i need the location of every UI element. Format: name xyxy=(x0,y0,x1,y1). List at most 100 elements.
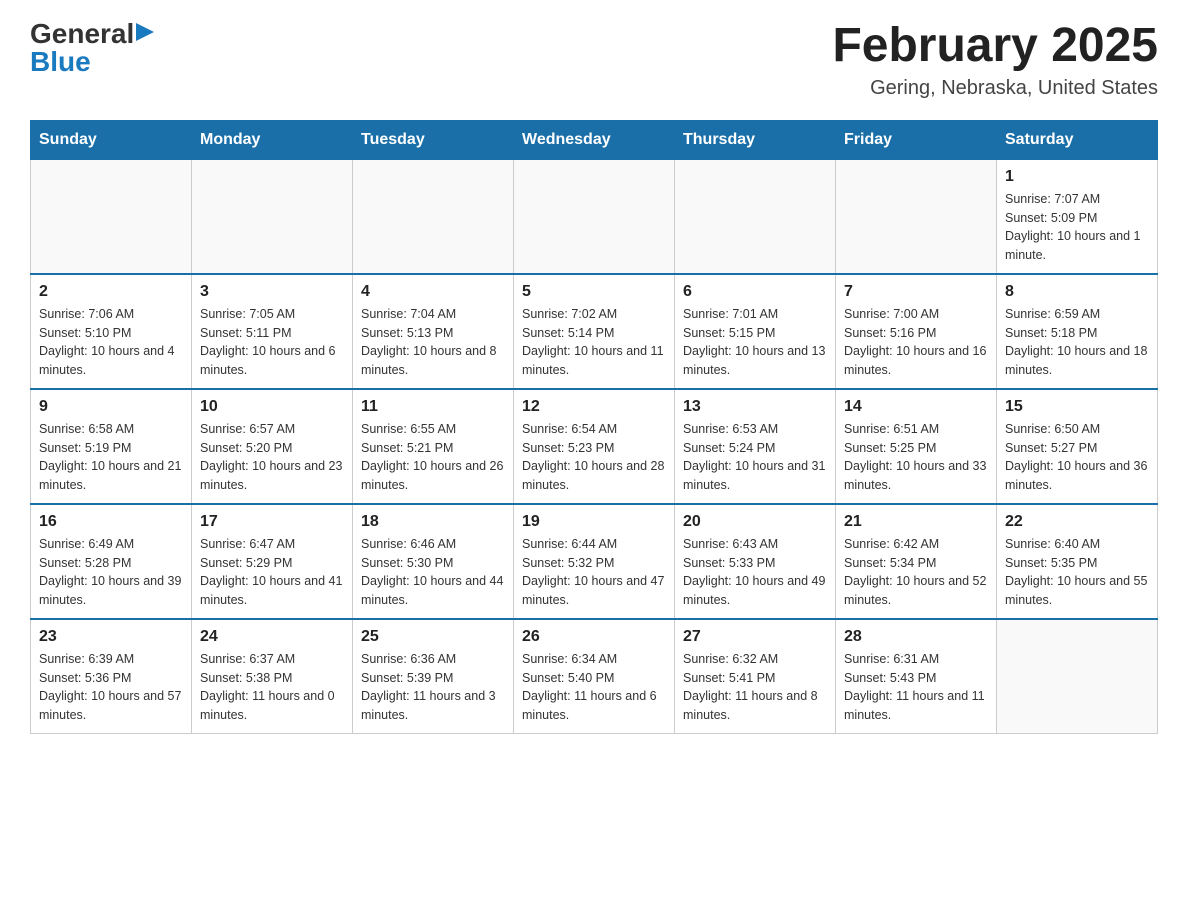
logo-blue: Blue xyxy=(30,48,91,76)
day-info: Sunrise: 6:40 AMSunset: 5:35 PMDaylight:… xyxy=(1005,535,1149,610)
weekday-header-thursday: Thursday xyxy=(675,120,836,159)
calendar-cell xyxy=(514,159,675,274)
calendar-cell: 3Sunrise: 7:05 AMSunset: 5:11 PMDaylight… xyxy=(192,274,353,389)
day-number: 12 xyxy=(522,398,666,416)
calendar-cell: 25 Sunrise: 6:36 AMSunset: 5:39 PMDayligh… xyxy=(353,619,514,734)
calendar-cell: 16 Sunrise: 6:49 AMSunset: 5:28 PMDayligh… xyxy=(31,504,192,619)
day-number: 15 xyxy=(1005,398,1149,416)
day-info: Sunrise: 7:07 AMSunset: 5:09 PMDaylight:… xyxy=(1005,190,1149,265)
calendar-week-row: 2 Sunrise: 7:06 AMSunset: 5:10 PMDaylight… xyxy=(31,274,1158,389)
weekday-header-friday: Friday xyxy=(836,120,997,159)
day-info: Sunrise: 6:46 AMSunset: 5:30 PMDaylight:… xyxy=(361,535,505,610)
day-number: 4 xyxy=(361,283,505,301)
day-info: Sunrise: 6:47 AMSunset: 5:29 PMDaylight:… xyxy=(200,535,344,610)
day-number: 23 xyxy=(39,628,183,646)
day-number: 3 xyxy=(200,283,344,301)
day-number: 26 xyxy=(522,628,666,646)
calendar-cell: 14 Sunrise: 6:51 AMSunset: 5:25 PMDayligh… xyxy=(836,389,997,504)
day-number: 18 xyxy=(361,513,505,531)
day-info: Sunrise: 6:44 AMSunset: 5:32 PMDaylight:… xyxy=(522,535,666,610)
calendar-cell: 7 Sunrise: 7:00 AMSunset: 5:16 PMDaylight… xyxy=(836,274,997,389)
day-number: 7 xyxy=(844,283,988,301)
calendar-cell: 17 Sunrise: 6:47 AMSunset: 5:29 PMDayligh… xyxy=(192,504,353,619)
calendar-cell xyxy=(836,159,997,274)
day-number: 16 xyxy=(39,513,183,531)
day-info: Sunrise: 6:55 AMSunset: 5:21 PMDaylight:… xyxy=(361,420,505,495)
day-info: Sunrise: 6:31 AMSunset: 5:43 PMDaylight:… xyxy=(844,650,988,725)
day-number: 25 xyxy=(361,628,505,646)
day-number: 14 xyxy=(844,398,988,416)
calendar-title: February 2025 xyxy=(832,20,1158,73)
calendar-table: SundayMondayTuesdayWednesdayThursdayFrid… xyxy=(30,120,1158,734)
weekday-header-tuesday: Tuesday xyxy=(353,120,514,159)
calendar-week-row: 23 Sunrise: 6:39 AMSunset: 5:36 PMDayligh… xyxy=(31,619,1158,734)
calendar-cell: 28 Sunrise: 6:31 AMSunset: 5:43 PMDayligh… xyxy=(836,619,997,734)
day-number: 28 xyxy=(844,628,988,646)
day-number: 22 xyxy=(1005,513,1149,531)
calendar-cell: 13 Sunrise: 6:53 AMSunset: 5:24 PMDayligh… xyxy=(675,389,836,504)
calendar-cell xyxy=(997,619,1158,734)
day-info: Sunrise: 6:39 AMSunset: 5:36 PMDaylight:… xyxy=(39,650,183,725)
calendar-cell: 4 Sunrise: 7:04 AMSunset: 5:13 PMDaylight… xyxy=(353,274,514,389)
day-info: Sunrise: 6:57 AMSunset: 5:20 PMDaylight:… xyxy=(200,420,344,495)
weekday-header-wednesday: Wednesday xyxy=(514,120,675,159)
day-number: 13 xyxy=(683,398,827,416)
weekday-header-monday: Monday xyxy=(192,120,353,159)
day-number: 20 xyxy=(683,513,827,531)
calendar-cell: 24Sunrise: 6:37 AMSunset: 5:38 PMDayligh… xyxy=(192,619,353,734)
day-info: Sunrise: 6:53 AMSunset: 5:24 PMDaylight:… xyxy=(683,420,827,495)
day-number: 21 xyxy=(844,513,988,531)
day-info: Sunrise: 7:00 AMSunset: 5:16 PMDaylight:… xyxy=(844,305,988,380)
day-number: 6 xyxy=(683,283,827,301)
calendar-cell: 15Sunrise: 6:50 AMSunset: 5:27 PMDayligh… xyxy=(997,389,1158,504)
calendar-cell: 19 Sunrise: 6:44 AMSunset: 5:32 PMDayligh… xyxy=(514,504,675,619)
calendar-subtitle: Gering, Nebraska, United States xyxy=(832,77,1158,100)
day-number: 10 xyxy=(200,398,344,416)
calendar-cell: 20 Sunrise: 6:43 AMSunset: 5:33 PMDayligh… xyxy=(675,504,836,619)
calendar-cell: 11 Sunrise: 6:55 AMSunset: 5:21 PMDayligh… xyxy=(353,389,514,504)
day-info: Sunrise: 6:36 AMSunset: 5:39 PMDaylight:… xyxy=(361,650,505,725)
calendar-cell: 2 Sunrise: 7:06 AMSunset: 5:10 PMDaylight… xyxy=(31,274,192,389)
title-block: February 2025 Gering, Nebraska, United S… xyxy=(832,20,1158,100)
logo: General Blue xyxy=(30,20,154,76)
calendar-week-row: 1 Sunrise: 7:07 AMSunset: 5:09 PMDaylight… xyxy=(31,159,1158,274)
calendar-cell: 21 Sunrise: 6:42 AMSunset: 5:34 PMDayligh… xyxy=(836,504,997,619)
day-info: Sunrise: 6:42 AMSunset: 5:34 PMDaylight:… xyxy=(844,535,988,610)
page-header: General Blue February 2025 Gering, Nebra… xyxy=(30,20,1158,100)
day-info: Sunrise: 6:51 AMSunset: 5:25 PMDaylight:… xyxy=(844,420,988,495)
day-info: Sunrise: 6:58 AMSunset: 5:19 PMDaylight:… xyxy=(39,420,183,495)
calendar-cell xyxy=(192,159,353,274)
logo-arrow-icon xyxy=(136,23,154,41)
day-number: 19 xyxy=(522,513,666,531)
day-info: Sunrise: 6:43 AMSunset: 5:33 PMDaylight:… xyxy=(683,535,827,610)
weekday-header-row: SundayMondayTuesdayWednesdayThursdayFrid… xyxy=(31,120,1158,159)
calendar-week-row: 9Sunrise: 6:58 AMSunset: 5:19 PMDaylight… xyxy=(31,389,1158,504)
calendar-cell: 8 Sunrise: 6:59 AMSunset: 5:18 PMDaylight… xyxy=(997,274,1158,389)
day-info: Sunrise: 6:59 AMSunset: 5:18 PMDaylight:… xyxy=(1005,305,1149,380)
calendar-cell xyxy=(675,159,836,274)
day-info: Sunrise: 7:04 AMSunset: 5:13 PMDaylight:… xyxy=(361,305,505,380)
calendar-cell: 18 Sunrise: 6:46 AMSunset: 5:30 PMDayligh… xyxy=(353,504,514,619)
day-info: Sunrise: 6:54 AMSunset: 5:23 PMDaylight:… xyxy=(522,420,666,495)
day-info: Sunrise: 6:34 AMSunset: 5:40 PMDaylight:… xyxy=(522,650,666,725)
day-number: 2 xyxy=(39,283,183,301)
day-info: Sunrise: 6:37 AMSunset: 5:38 PMDaylight:… xyxy=(200,650,344,725)
calendar-cell: 6Sunrise: 7:01 AMSunset: 5:15 PMDaylight… xyxy=(675,274,836,389)
calendar-cell: 12 Sunrise: 6:54 AMSunset: 5:23 PMDayligh… xyxy=(514,389,675,504)
day-number: 5 xyxy=(522,283,666,301)
calendar-cell: 10 Sunrise: 6:57 AMSunset: 5:20 PMDayligh… xyxy=(192,389,353,504)
day-info: Sunrise: 7:02 AMSunset: 5:14 PMDaylight:… xyxy=(522,305,666,380)
day-number: 1 xyxy=(1005,168,1149,186)
day-number: 8 xyxy=(1005,283,1149,301)
day-number: 11 xyxy=(361,398,505,416)
weekday-header-saturday: Saturday xyxy=(997,120,1158,159)
day-number: 17 xyxy=(200,513,344,531)
calendar-cell: 27Sunrise: 6:32 AMSunset: 5:41 PMDayligh… xyxy=(675,619,836,734)
day-info: Sunrise: 7:06 AMSunset: 5:10 PMDaylight:… xyxy=(39,305,183,380)
day-info: Sunrise: 6:32 AMSunset: 5:41 PMDaylight:… xyxy=(683,650,827,725)
calendar-cell: 9Sunrise: 6:58 AMSunset: 5:19 PMDaylight… xyxy=(31,389,192,504)
day-info: Sunrise: 6:49 AMSunset: 5:28 PMDaylight:… xyxy=(39,535,183,610)
calendar-cell: 22 Sunrise: 6:40 AMSunset: 5:35 PMDayligh… xyxy=(997,504,1158,619)
calendar-week-row: 16 Sunrise: 6:49 AMSunset: 5:28 PMDayligh… xyxy=(31,504,1158,619)
weekday-header-sunday: Sunday xyxy=(31,120,192,159)
